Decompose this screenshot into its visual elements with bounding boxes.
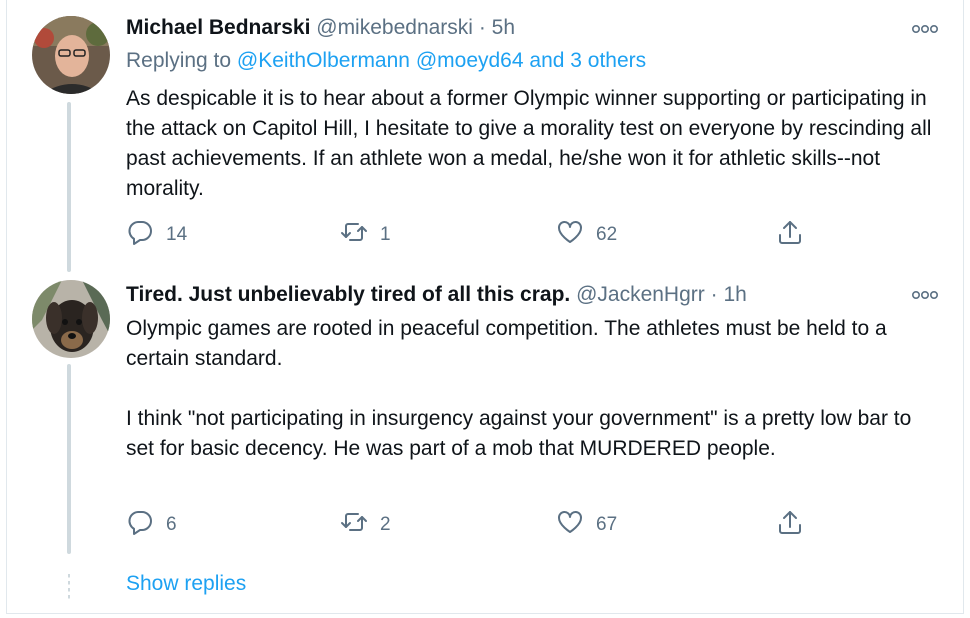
others-link[interactable]: and 3 others	[529, 49, 646, 72]
retweet-button[interactable]: 2	[340, 508, 391, 542]
timestamp[interactable]: 5h	[492, 16, 515, 39]
reply-button[interactable]: 6	[126, 508, 177, 542]
tweet-text: Olympic games are rooted in peaceful com…	[126, 314, 941, 464]
share-icon	[776, 508, 804, 542]
share-button[interactable]	[776, 508, 804, 542]
retweet-count: 2	[380, 514, 391, 535]
mention-link[interactable]: @moeyd64	[416, 49, 524, 72]
like-count: 67	[596, 514, 618, 535]
avatar[interactable]	[32, 16, 110, 94]
like-button[interactable]: 67	[556, 508, 617, 542]
like-icon	[556, 508, 584, 542]
retweet-icon	[340, 218, 368, 252]
reply-count: 14	[166, 224, 188, 245]
separator: ·	[478, 16, 486, 39]
like-icon	[556, 218, 584, 252]
retweet-button[interactable]: 1	[340, 218, 391, 252]
avatar[interactable]	[32, 280, 110, 358]
like-count: 62	[596, 224, 618, 245]
reply-button[interactable]: 14	[126, 218, 187, 252]
display-name[interactable]: Michael Bednarski	[126, 16, 310, 39]
reply-icon	[126, 218, 154, 252]
thread-line	[67, 102, 71, 272]
thread-line	[67, 364, 71, 554]
more-icon[interactable]	[910, 288, 940, 302]
handle[interactable]: @JackenHgrr	[576, 283, 705, 306]
reply-count: 6	[166, 514, 177, 535]
retweet-icon	[340, 508, 368, 542]
replying-to: Replying to @KeithOlbermann @moeyd64 and…	[126, 49, 646, 73]
mention-link[interactable]: @KeithOlbermann	[237, 49, 410, 72]
reply-icon	[126, 508, 154, 542]
thread-dotted-line	[68, 574, 70, 602]
separator: ·	[710, 283, 718, 306]
handle[interactable]: @mikebednarski	[316, 16, 473, 39]
replying-prefix: Replying to	[126, 49, 232, 72]
share-button[interactable]	[776, 218, 804, 252]
tweet-text-paragraph: Olympic games are rooted in peaceful com…	[126, 317, 887, 370]
tweet-text-paragraph: I think "not participating in insurgency…	[126, 407, 912, 460]
tweet-text-paragraph: As despicable it is to hear about a form…	[126, 87, 932, 200]
more-icon[interactable]	[910, 22, 940, 36]
tweet-text: As despicable it is to hear about a form…	[126, 84, 941, 204]
like-button[interactable]: 62	[556, 218, 617, 252]
timestamp[interactable]: 1h	[723, 283, 746, 306]
tweet-header: Michael Bednarski @mikebednarski · 5h	[126, 16, 515, 40]
retweet-count: 1	[380, 224, 391, 245]
action-bar: 14 1 62	[126, 218, 946, 248]
display-name[interactable]: Tired. Just unbelievably tired of all th…	[126, 283, 570, 306]
action-bar: 6 2 67	[126, 508, 946, 538]
tweet-header: Tired. Just unbelievably tired of all th…	[126, 283, 747, 307]
show-replies-link[interactable]: Show replies	[126, 572, 246, 596]
share-icon	[776, 218, 804, 252]
